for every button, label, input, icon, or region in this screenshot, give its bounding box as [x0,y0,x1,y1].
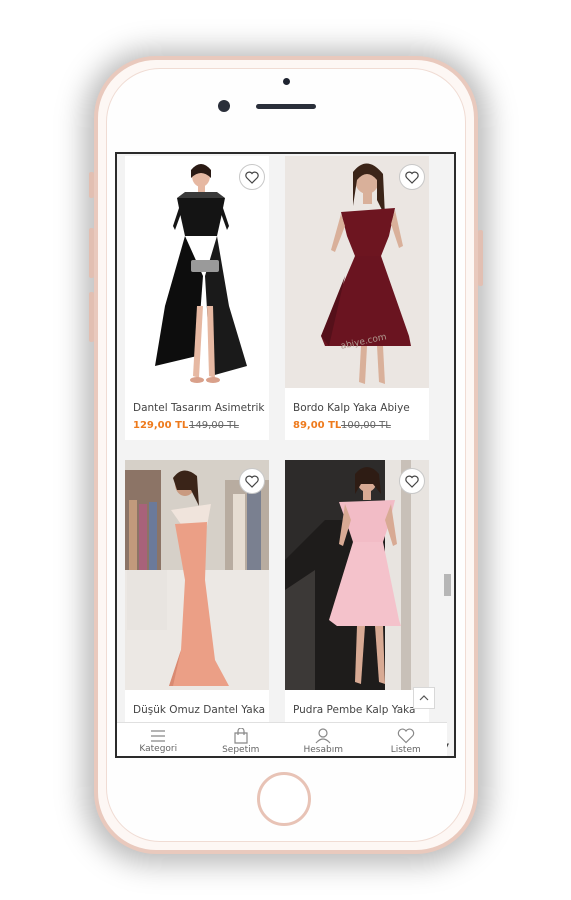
scroll-to-top-button[interactable] [413,687,435,709]
heart-icon [405,171,419,184]
power-button [478,230,483,286]
product-title[interactable]: Düşük Omuz Dantel Yaka [133,704,265,716]
user-icon [315,727,331,743]
bag-icon [234,727,248,744]
product-image [285,460,429,690]
bottom-navigation: Kategori Sepetim Hesabım Listem [117,722,448,756]
scrollbar-thumb[interactable] [444,574,451,596]
favorite-button[interactable] [239,468,265,494]
proximity-sensor [283,78,290,85]
nav-item-kategori[interactable]: Kategori [117,723,200,756]
nav-item-sepetim[interactable]: Sepetim [200,723,283,756]
product-old-price: 100,00 TL [341,420,391,431]
favorite-button[interactable] [399,468,425,494]
product-card[interactable]: abiye.com Bordo Kalp Yaka Abiye 89,00 TL… [285,156,429,440]
product-image [125,156,269,388]
product-old-price: 149,00 TL [189,420,239,431]
heart-icon [245,171,259,184]
nav-item-listem[interactable]: Listem [365,723,448,756]
product-price: 89,00 TL [293,420,342,431]
nav-label: Kategori [139,743,178,754]
app-screen: Dantel Tasarım Asimetrik 129,00 TL 149,0… [115,152,456,758]
product-image: abiye.com [285,156,429,388]
product-card[interactable]: Pudra Pembe Kalp Yaka [285,460,429,722]
scrollbar[interactable]: ▼ [443,154,452,752]
nav-item-hesabim[interactable]: Hesabım [282,723,365,756]
favorite-button[interactable] [239,164,265,190]
chevron-up-icon [419,695,429,701]
favorite-button[interactable] [399,164,425,190]
nav-label: Listem [390,744,421,755]
menu-icon [151,729,166,742]
heart-icon [245,475,259,488]
volume-down-button [89,292,94,342]
earpiece-speaker [256,104,316,109]
nav-label: Hesabım [303,744,344,755]
product-card[interactable]: Dantel Tasarım Asimetrik 129,00 TL 149,0… [125,156,269,440]
product-card[interactable]: Düşük Omuz Dantel Yaka [125,460,269,722]
volume-up-button [89,228,94,278]
product-title[interactable]: Dantel Tasarım Asimetrik [133,402,265,414]
product-title[interactable]: Bordo Kalp Yaka Abiye [293,402,425,414]
front-camera [218,100,230,112]
product-image [125,460,269,690]
heart-icon [405,475,419,488]
heart-icon [397,728,414,743]
nav-label: Sepetim [222,744,260,755]
product-price: 129,00 TL [133,420,189,431]
product-title[interactable]: Pudra Pembe Kalp Yaka [293,704,417,716]
home-button[interactable] [257,772,311,826]
mute-switch [89,172,94,198]
